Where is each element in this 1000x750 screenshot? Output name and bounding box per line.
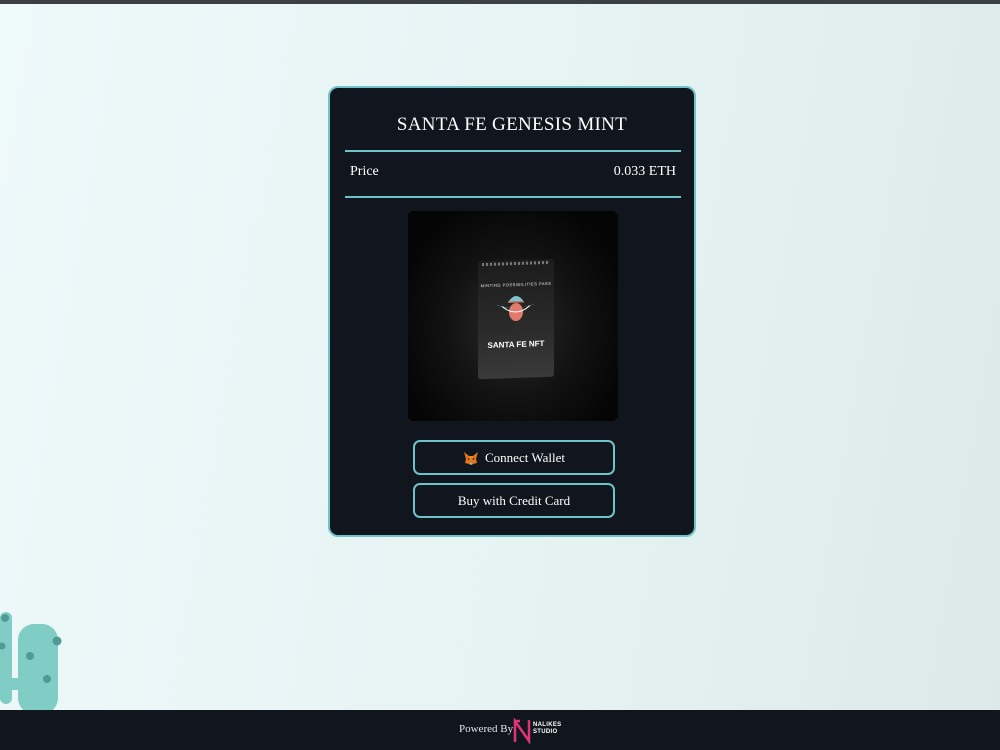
price-label: Price bbox=[350, 164, 379, 179]
connect-wallet-label: Connect Wallet bbox=[485, 449, 565, 465]
top-bar bbox=[0, 0, 1000, 4]
buy-credit-card-button[interactable]: Buy with Credit Card bbox=[413, 483, 615, 518]
studio-name-line1: NALIKES bbox=[533, 722, 562, 728]
mint-card: SANTA FE GENESIS MINT Price 0.033 ETH MI… bbox=[328, 86, 696, 537]
pass-card: MINTING POSSIBILITIES PASS SANTA FE NFT bbox=[478, 258, 554, 380]
pass-name: SANTA FE NFT bbox=[487, 339, 545, 350]
powered-by-text: Powered By bbox=[459, 723, 514, 735]
mint-title: SANTA FE GENESIS MINT bbox=[396, 114, 628, 135]
nft-preview-image: MINTING POSSIBILITIES PASS SANTA FE NFT bbox=[408, 211, 618, 421]
price-value: 0.033 ETH bbox=[613, 164, 676, 179]
pass-perforation bbox=[482, 260, 550, 267]
divider bbox=[345, 196, 681, 198]
cactus-illustration bbox=[0, 612, 62, 712]
nalikes-logo-icon[interactable] bbox=[512, 718, 532, 744]
footer: Powered By NALIKES STUDIO bbox=[0, 710, 1000, 750]
buy-credit-card-label: Buy with Credit Card bbox=[457, 492, 571, 508]
cowboy-hat-icon bbox=[496, 296, 536, 322]
studio-name-line2: STUDIO bbox=[533, 729, 558, 735]
studio-name[interactable]: NALIKES STUDIO bbox=[533, 722, 561, 736]
connect-wallet-button[interactable]: Connect Wallet bbox=[413, 440, 615, 475]
divider bbox=[345, 150, 681, 152]
metamask-fox-icon bbox=[464, 451, 479, 465]
